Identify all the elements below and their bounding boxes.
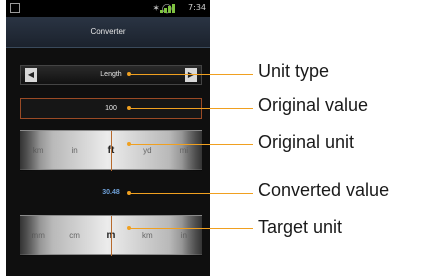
callout-original-value: Original value (258, 95, 369, 115)
notification-icon (10, 3, 20, 13)
original-unit-option[interactable]: in (71, 131, 77, 171)
callout-target-unit: Target unit (258, 217, 343, 237)
callout-unit-type: Unit type (258, 61, 330, 81)
target-unit-option[interactable]: cm (69, 216, 80, 256)
original-unit-indicator (111, 131, 112, 171)
previous-unit-type-button[interactable]: ◀ (25, 68, 37, 82)
callout-line-original-value (129, 108, 253, 109)
next-unit-type-button[interactable]: ▶ (185, 68, 197, 82)
unit-type-value: Length (100, 71, 122, 78)
target-unit-option[interactable]: km (142, 216, 153, 256)
unit-type-selector[interactable]: ◀ Length ▶ (20, 65, 202, 85)
target-unit-indicator (111, 216, 112, 256)
callout-line-converted-value (129, 193, 253, 194)
app-title: Converter (6, 17, 210, 48)
callout-line-unit-type (129, 74, 253, 75)
status-bar: ✶◯ 7:34 (6, 0, 210, 17)
callout-converted-value: Converted value (258, 180, 390, 200)
phone-screen: ✶◯ 7:34 Converter ◀ Length ▶ 100 kminfty… (6, 0, 210, 276)
target-unit-wheel[interactable]: mmcmmkmin (20, 215, 202, 256)
callout-line-original-unit (129, 144, 253, 145)
signal-icon (160, 4, 176, 13)
callout-line-target-unit (129, 228, 253, 229)
status-time: 7:34 (188, 3, 206, 12)
original-unit-option[interactable]: yd (143, 131, 151, 171)
callout-original-unit: Original unit (258, 132, 355, 152)
original-unit-wheel[interactable]: kminftydmi (20, 130, 202, 171)
